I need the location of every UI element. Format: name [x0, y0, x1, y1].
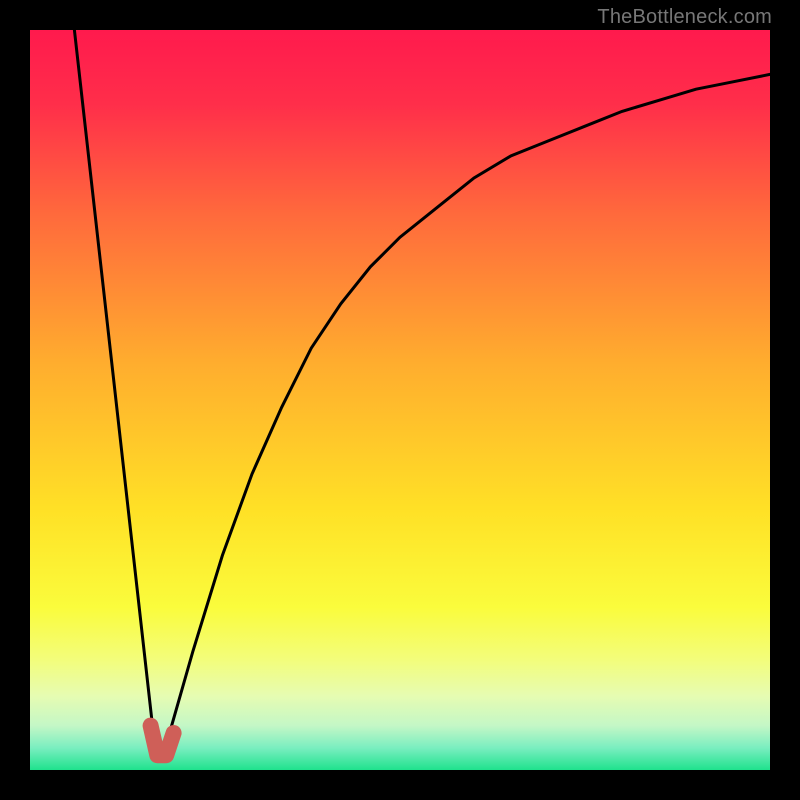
- right-rising-curve: [163, 74, 770, 755]
- watermark-text: TheBottleneck.com: [597, 6, 772, 29]
- minimum-marker: [151, 726, 174, 756]
- left-falling-line: [74, 30, 155, 755]
- plot-area: [30, 30, 770, 770]
- curve-layer: [30, 30, 770, 770]
- chart-frame: TheBottleneck.com: [0, 0, 800, 800]
